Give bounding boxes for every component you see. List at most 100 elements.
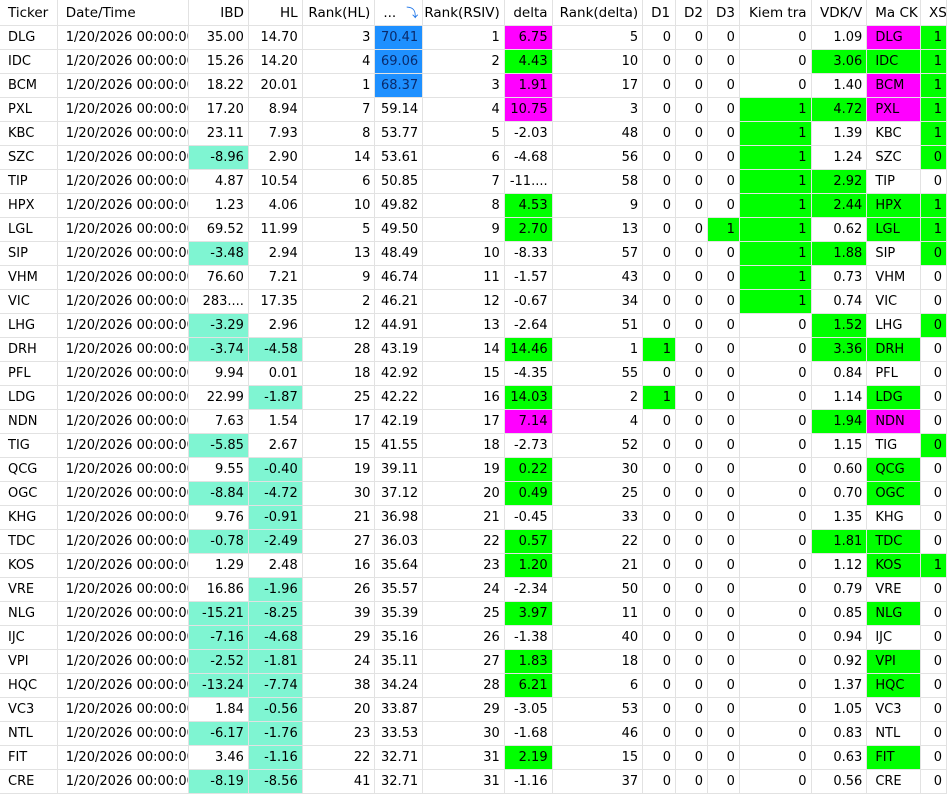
cell-rank-hl[interactable]: 19 <box>303 458 376 481</box>
cell-rank-delta[interactable]: 4 <box>553 410 644 433</box>
cell-ticker[interactable]: NLG <box>0 602 58 625</box>
cell-ma-ck[interactable]: QCG <box>867 458 922 481</box>
cell-vdk-v[interactable]: 1.05 <box>812 698 868 721</box>
table-row[interactable]: VIC 1/20/2026 00:00:00 283.... 17.35 2 46.21 1… <box>0 290 947 314</box>
cell-datetime[interactable]: 1/20/2026 00:00:00 <box>58 482 190 505</box>
cell-ma-ck[interactable]: TDC <box>867 530 922 553</box>
cell-d3[interactable]: 0 <box>708 74 740 97</box>
table-row[interactable]: CRE 1/20/2026 00:00:00 -8.19 -8.56 41 32.71 31… <box>0 770 947 794</box>
cell-hl[interactable]: -4.58 <box>248 338 303 361</box>
cell-d3[interactable]: 0 <box>708 50 740 73</box>
cell-rank-rsiv[interactable]: 18 <box>423 434 505 457</box>
cell-d2[interactable]: 0 <box>676 98 708 121</box>
cell-d1[interactable]: 0 <box>643 50 677 73</box>
cell-d3[interactable]: 0 <box>708 626 740 649</box>
cell-xs[interactable]: 0 <box>921 338 947 361</box>
cell-vdk-v[interactable]: 1.94 <box>811 410 868 433</box>
cell-xs[interactable]: 0 <box>921 578 947 601</box>
cell-xs[interactable]: 1 <box>921 98 947 121</box>
cell-rank-rsiv[interactable]: 13 <box>423 314 505 337</box>
cell-d2[interactable]: 0 <box>676 482 708 505</box>
cell-rank-rsiv[interactable]: 17 <box>423 410 505 433</box>
cell-datetime[interactable]: 1/20/2026 00:00:00 <box>58 410 190 433</box>
cell-delta[interactable]: 0.22 <box>504 458 553 481</box>
cell-d3[interactable]: 0 <box>708 410 740 433</box>
table-row[interactable]: LGL 1/20/2026 00:00:00 69.52 11.99 5 49.50 9 2.… <box>0 218 947 242</box>
cell-hl[interactable]: 2.67 <box>249 434 303 457</box>
cell-ibd[interactable]: -8.84 <box>189 482 249 505</box>
cell-delta[interactable]: -4.68 <box>505 146 553 169</box>
cell-rank-hl[interactable]: 5 <box>303 218 376 241</box>
cell-rsiv[interactable]: 43.19 <box>375 338 424 361</box>
table-row[interactable]: NDN 1/20/2026 00:00:00 7.63 1.54 17 42.19 17 7.… <box>0 410 947 434</box>
cell-ma-ck[interactable]: SIP <box>867 242 922 265</box>
cell-hl[interactable]: -0.91 <box>248 506 303 529</box>
cell-ma-ck[interactable]: VPI <box>867 650 922 673</box>
cell-hl[interactable]: 17.35 <box>249 290 303 313</box>
cell-ma-ck[interactable]: TIG <box>867 434 922 457</box>
cell-rsiv[interactable]: 32.71 <box>375 770 424 793</box>
cell-ibd[interactable]: 9.76 <box>189 506 249 529</box>
cell-ma-ck[interactable]: LGL <box>867 218 922 241</box>
cell-ma-ck[interactable]: LDG <box>867 386 922 409</box>
cell-hl[interactable]: 14.20 <box>249 50 303 73</box>
cell-rank-rsiv[interactable]: 27 <box>423 650 505 673</box>
cell-rank-rsiv[interactable]: 11 <box>423 266 505 289</box>
cell-rank-rsiv[interactable]: 9 <box>423 218 505 241</box>
table-row[interactable]: TIG 1/20/2026 00:00:00 -5.85 2.67 15 41.55 18-… <box>0 434 947 458</box>
cell-rank-hl[interactable]: 30 <box>303 482 376 505</box>
cell-d3[interactable]: 0 <box>708 770 740 793</box>
cell-d3[interactable]: 0 <box>708 554 740 577</box>
cell-d2[interactable]: 0 <box>676 578 708 601</box>
cell-rank-rsiv[interactable]: 26 <box>423 626 505 649</box>
cell-d3[interactable]: 0 <box>708 266 740 289</box>
cell-ticker[interactable]: TIG <box>0 434 58 457</box>
cell-d2[interactable]: 0 <box>676 410 708 433</box>
table-row[interactable]: VC3 1/20/2026 00:00:00 1.84 -0.56 20 33.87 29-… <box>0 698 947 722</box>
cell-delta[interactable]: -2.03 <box>505 122 553 145</box>
cell-d2[interactable]: 0 <box>676 386 708 409</box>
table-row[interactable]: QCG 1/20/2026 00:00:00 9.55 -0.40 19 39.11 19 0… <box>0 458 947 482</box>
cell-hl[interactable]: -2.49 <box>248 530 303 553</box>
cell-datetime[interactable]: 1/20/2026 00:00:00 <box>58 602 190 625</box>
cell-rank-delta[interactable]: 10 <box>553 50 644 73</box>
cell-d3[interactable]: 0 <box>708 362 740 385</box>
cell-rsiv[interactable]: 53.61 <box>375 146 424 169</box>
cell-xs[interactable]: 1 <box>921 50 947 73</box>
col-header-delta[interactable]: delta <box>505 0 553 25</box>
cell-ma-ck[interactable]: BCM <box>867 74 922 97</box>
cell-datetime[interactable]: 1/20/2026 00:00:00 <box>58 578 190 601</box>
cell-d3[interactable]: 0 <box>708 602 740 625</box>
cell-rank-hl[interactable]: 26 <box>303 578 376 601</box>
cell-ibd[interactable]: 283.... <box>189 290 249 313</box>
cell-ticker[interactable]: OGC <box>0 482 58 505</box>
cell-rank-delta[interactable]: 53 <box>553 698 644 721</box>
cell-delta[interactable]: 2.19 <box>504 746 553 769</box>
cell-vdk-v[interactable]: 4.72 <box>811 98 868 121</box>
table-row[interactable]: VRE 1/20/2026 00:00:00 16.86 -1.96 26 35.57 24… <box>0 578 947 602</box>
cell-ticker[interactable]: DLG <box>0 26 58 49</box>
cell-xs[interactable]: 0 <box>921 266 947 289</box>
cell-ticker[interactable]: VC3 <box>0 698 58 721</box>
cell-ibd[interactable]: 4.87 <box>189 170 249 193</box>
cell-rank-hl[interactable]: 7 <box>303 98 376 121</box>
cell-datetime[interactable]: 1/20/2026 00:00:00 <box>58 26 190 49</box>
cell-d2[interactable]: 0 <box>676 530 708 553</box>
cell-rank-delta[interactable]: 37 <box>553 770 644 793</box>
cell-ma-ck[interactable]: DLG <box>867 26 922 49</box>
cell-delta[interactable]: 4.53 <box>504 194 553 217</box>
cell-ticker[interactable]: SIP <box>0 242 58 265</box>
cell-rank-hl[interactable]: 41 <box>303 770 376 793</box>
cell-ticker[interactable]: CRE <box>0 770 58 793</box>
cell-d2[interactable]: 0 <box>676 626 708 649</box>
cell-d1[interactable]: 1 <box>643 386 677 409</box>
cell-ibd[interactable]: 69.52 <box>189 218 249 241</box>
cell-d2[interactable]: 0 <box>676 746 708 769</box>
cell-d2[interactable]: 0 <box>676 722 708 745</box>
cell-ibd[interactable]: -8.19 <box>189 770 249 793</box>
cell-d1[interactable]: 0 <box>643 290 677 313</box>
cell-ticker[interactable]: SZC <box>0 146 58 169</box>
cell-ibd[interactable]: -6.17 <box>189 722 249 745</box>
cell-rsiv[interactable]: 35.57 <box>375 578 424 601</box>
cell-hl[interactable]: 7.21 <box>249 266 303 289</box>
